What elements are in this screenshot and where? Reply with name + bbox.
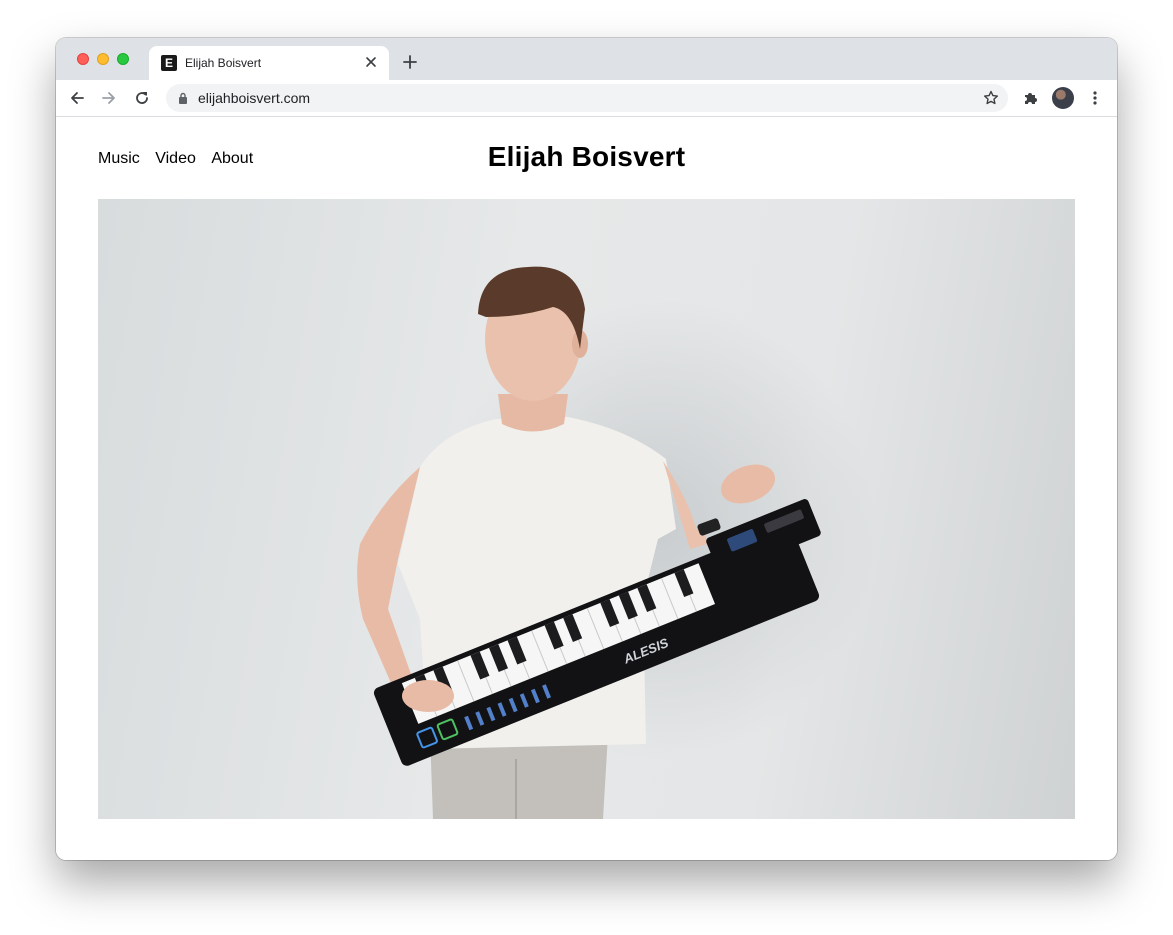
tab-close-icon[interactable] (363, 54, 379, 70)
hero-photo: ALESIS (98, 199, 1075, 819)
reload-icon[interactable] (133, 89, 151, 107)
star-icon[interactable] (982, 89, 1000, 107)
browser-window: E Elijah Boisvert elijahboisvert.com Mus… (56, 38, 1117, 860)
browser-toolbar: elijahboisvert.com (56, 80, 1117, 117)
puzzle-icon[interactable] (1022, 89, 1040, 107)
minimize-window-button[interactable] (97, 53, 109, 65)
url-text: elijahboisvert.com (198, 90, 311, 106)
address-bar[interactable]: elijahboisvert.com (166, 84, 1008, 112)
arrow-left-icon[interactable] (68, 89, 86, 107)
close-window-button[interactable] (77, 53, 89, 65)
avatar[interactable] (1052, 87, 1074, 109)
web-page: Music Video About Elijah Boisvert ALESIS (56, 117, 1117, 860)
new-tab-icon[interactable] (402, 54, 418, 70)
site-title: Elijah Boisvert (487, 141, 686, 172)
hero-illustration: ALESIS (357, 266, 878, 819)
tab-title: Elijah Boisvert (185, 56, 262, 70)
kebab-menu-icon[interactable] (1086, 89, 1104, 107)
arrow-right-icon[interactable] (100, 89, 118, 107)
fullscreen-window-button[interactable] (117, 53, 129, 65)
browser-tab[interactable]: E Elijah Boisvert (149, 46, 389, 80)
favicon-icon: E (161, 55, 177, 71)
lock-icon (179, 92, 187, 104)
tab-strip: E Elijah Boisvert (56, 38, 1117, 80)
